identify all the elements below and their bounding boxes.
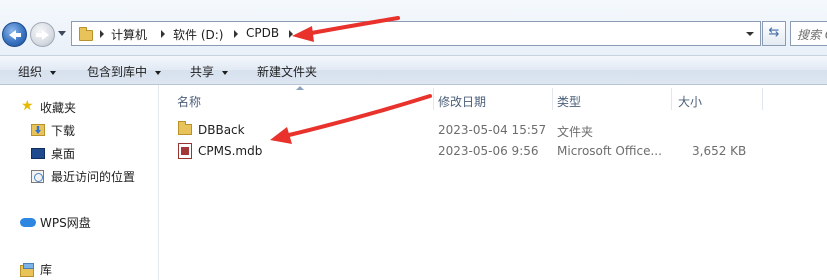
back-arrow-icon[interactable] bbox=[2, 22, 27, 47]
sort-ascending-icon bbox=[296, 86, 304, 90]
file-row-dbback[interactable]: DBBack 2023-05-04 15:57 文件夹 bbox=[172, 120, 772, 140]
folder-icon bbox=[79, 27, 93, 41]
library-icon bbox=[20, 263, 34, 277]
command-bar: 组织 包含到库中 共享 新建文件夹 bbox=[0, 55, 827, 85]
organize-menu-button[interactable]: 组织 bbox=[18, 63, 57, 80]
nav-item-label: 下载 bbox=[51, 124, 76, 138]
chevron-down-icon bbox=[222, 70, 229, 75]
new-folder-button[interactable]: 新建文件夹 bbox=[257, 63, 317, 80]
nav-item-recent-places[interactable]: 最近访问的位置 bbox=[0, 167, 150, 185]
file-type: Microsoft Office... bbox=[557, 144, 662, 158]
nav-item-desktop[interactable]: 桌面 bbox=[0, 144, 150, 162]
breadcrumb-separator-icon[interactable] bbox=[100, 30, 104, 38]
breadcrumb-computer[interactable]: 计算机 bbox=[111, 26, 147, 43]
file-modified: 2023-05-04 15:57 bbox=[438, 123, 547, 137]
share-menu-button[interactable]: 共享 bbox=[190, 63, 229, 80]
refresh-icon: ⇆ bbox=[768, 25, 780, 40]
breadcrumb-drive-d[interactable]: 软件 (D:) bbox=[173, 26, 223, 43]
folder-icon bbox=[178, 121, 192, 135]
file-size: 3,652 KB bbox=[692, 144, 747, 158]
nav-item-label: 收藏夹 bbox=[40, 101, 77, 115]
recent-places-icon bbox=[31, 170, 44, 183]
desktop-icon bbox=[31, 148, 45, 159]
star-icon: ★ bbox=[21, 98, 34, 114]
file-name: CPMS.mdb bbox=[198, 144, 263, 158]
column-header-label: 类型 bbox=[557, 95, 582, 109]
refresh-button[interactable]: ⇆ bbox=[762, 21, 786, 46]
navigation-pane: ★ 收藏夹 下载 桌面 最近访问的位置 WPS网盘 库 bbox=[0, 85, 158, 280]
new-folder-label: 新建文件夹 bbox=[257, 65, 318, 79]
column-divider[interactable] bbox=[762, 88, 763, 110]
file-modified: 2023-05-06 9:56 bbox=[438, 144, 539, 158]
search-placeholder: 搜索 CPDB bbox=[797, 28, 827, 42]
access-db-icon bbox=[178, 143, 192, 159]
address-history-dropdown-icon[interactable] bbox=[746, 32, 754, 36]
organize-label: 组织 bbox=[18, 65, 43, 79]
nav-item-downloads[interactable]: 下载 bbox=[0, 121, 150, 139]
column-header-type[interactable]: 类型 bbox=[553, 85, 671, 111]
address-row: 计算机 软件 (D:) CPDB ⇆ 搜索 CPDB bbox=[0, 0, 827, 55]
breadcrumb-separator-icon[interactable] bbox=[161, 30, 165, 38]
file-name: DBBack bbox=[198, 123, 245, 137]
file-type: 文件夹 bbox=[557, 125, 594, 139]
include-in-library-label: 包含到库中 bbox=[87, 65, 148, 79]
nav-item-libraries[interactable]: 库 bbox=[0, 260, 150, 278]
cloud-icon bbox=[20, 218, 36, 227]
nav-item-label: 库 bbox=[40, 263, 53, 277]
chevron-down-icon bbox=[155, 70, 162, 75]
column-header-label: 大小 bbox=[678, 95, 703, 109]
column-header-label: 修改日期 bbox=[438, 95, 487, 109]
nav-item-wps-cloud[interactable]: WPS网盘 bbox=[0, 213, 150, 231]
nav-item-label: 最近访问的位置 bbox=[51, 170, 136, 184]
include-in-library-button[interactable]: 包含到库中 bbox=[87, 63, 162, 80]
forward-arrow-icon[interactable] bbox=[30, 22, 55, 47]
breadcrumb-cpdb[interactable]: CPDB bbox=[246, 26, 279, 40]
file-row-cpms-mdb[interactable]: CPMS.mdb 2023-05-06 9:56 Microsoft Offic… bbox=[172, 141, 772, 161]
recent-pages-dropdown-icon[interactable] bbox=[58, 31, 66, 36]
nav-item-label: 桌面 bbox=[51, 147, 76, 161]
nav-item-favorites[interactable]: ★ 收藏夹 bbox=[0, 98, 150, 116]
chevron-down-icon bbox=[50, 70, 57, 75]
breadcrumb-separator-icon[interactable] bbox=[234, 30, 238, 38]
column-header-label: 名称 bbox=[177, 95, 202, 109]
pane-divider[interactable] bbox=[158, 85, 159, 280]
downloads-folder-icon bbox=[31, 124, 45, 136]
column-header-modified[interactable]: 修改日期 bbox=[434, 85, 552, 111]
breadcrumb-separator-icon[interactable] bbox=[289, 30, 293, 38]
nav-item-label: WPS网盘 bbox=[40, 216, 91, 230]
share-label: 共享 bbox=[190, 65, 215, 79]
column-header-size[interactable]: 大小 bbox=[672, 85, 762, 111]
address-bar[interactable]: 计算机 软件 (D:) CPDB bbox=[71, 21, 761, 46]
search-input[interactable]: 搜索 CPDB bbox=[790, 21, 827, 46]
